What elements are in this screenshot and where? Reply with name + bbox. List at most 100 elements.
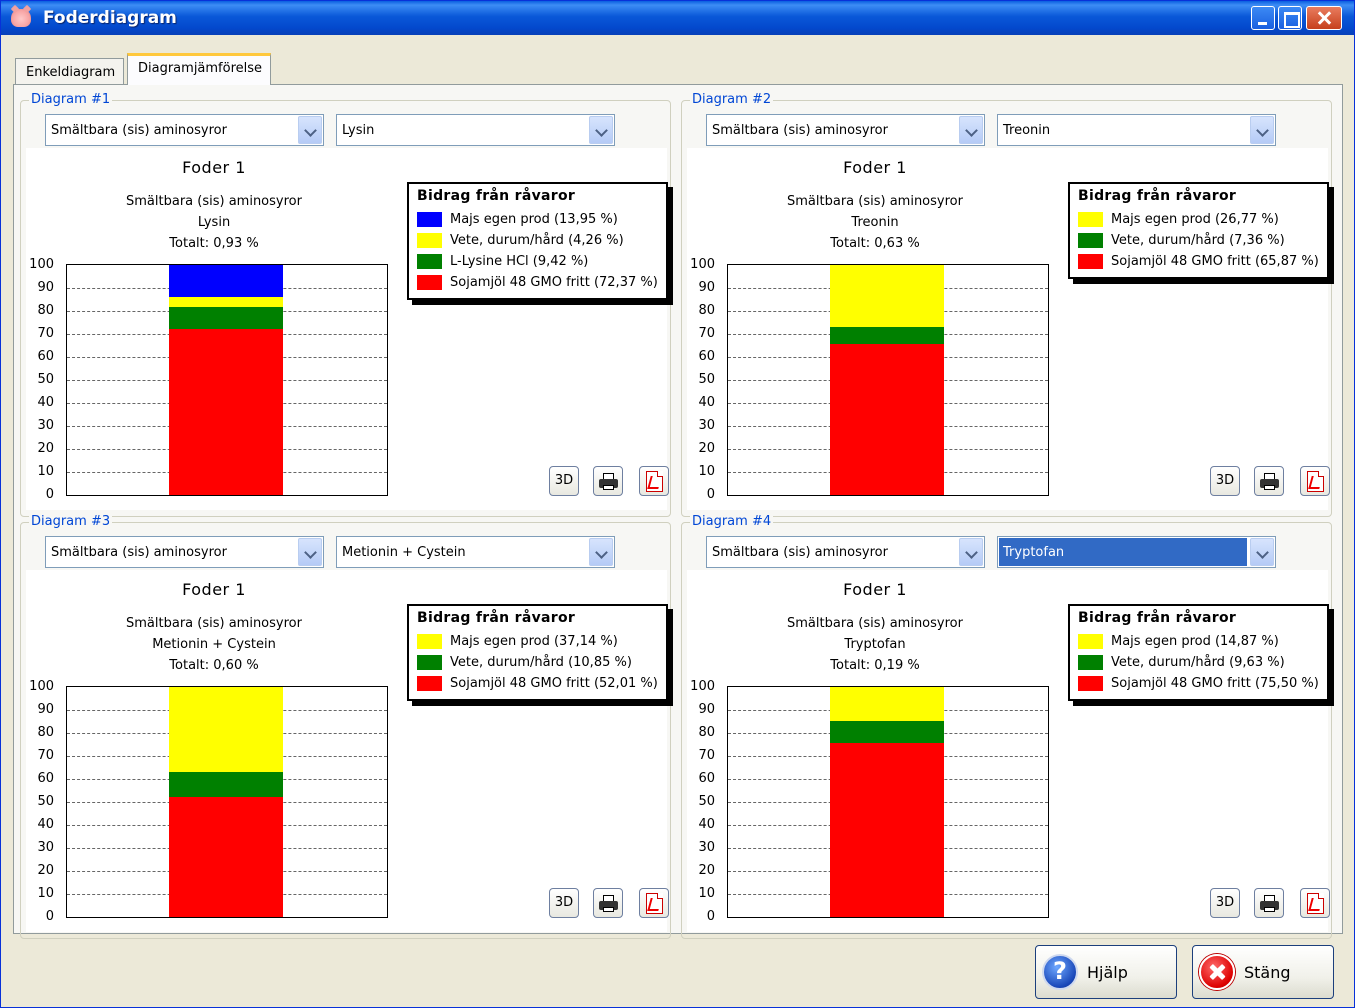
diagram-group-1: Diagram #1 Smältbara (sis) aminosyror Ly… bbox=[20, 92, 671, 517]
y-tick-label: 0 bbox=[706, 909, 715, 924]
chevron-down-icon[interactable] bbox=[959, 116, 983, 144]
help-button[interactable]: ? Hjälp bbox=[1035, 945, 1177, 999]
diagram-group-4: Diagram #4 Smältbara (sis) aminosyror Tr… bbox=[681, 514, 1332, 939]
window-close-button[interactable] bbox=[1306, 6, 1342, 30]
3d-toggle-button[interactable]: 3D bbox=[549, 888, 579, 918]
3d-toggle-button[interactable]: 3D bbox=[1210, 888, 1240, 918]
pdf-export-button[interactable] bbox=[1300, 466, 1330, 496]
y-tick-label: 50 bbox=[698, 794, 715, 809]
legend-label: Sojamjöl 48 GMO fritt (65,87 %) bbox=[1111, 254, 1319, 269]
legend-item: Vete, durum/hård (7,36 %) bbox=[1078, 230, 1319, 251]
printer-icon bbox=[599, 895, 618, 912]
chevron-down-icon[interactable] bbox=[298, 116, 322, 144]
nutrient-combobox[interactable]: Tryptofan bbox=[997, 536, 1276, 568]
y-tick-label: 50 bbox=[698, 372, 715, 387]
chart-area: Foder 1 Smältbara (sis) aminosyror Lysin To… bbox=[26, 148, 669, 510]
legend-swatch bbox=[417, 212, 442, 227]
chevron-down-icon[interactable] bbox=[298, 538, 322, 566]
legend-title: Bidrag från råvaror bbox=[1078, 610, 1237, 626]
legend-item: Sojamjöl 48 GMO fritt (65,87 %) bbox=[1078, 251, 1319, 272]
tab-diagramjamforelse[interactable]: Diagramjämförelse bbox=[127, 53, 272, 85]
print-button[interactable] bbox=[593, 888, 623, 918]
bar-segment bbox=[830, 326, 944, 344]
y-tick-label: 10 bbox=[37, 886, 54, 901]
legend-label: Sojamjöl 48 GMO fritt (75,50 %) bbox=[1111, 676, 1319, 691]
y-tick-label: 0 bbox=[706, 487, 715, 502]
bar-segment bbox=[169, 687, 283, 773]
close-button[interactable]: Stäng bbox=[1192, 945, 1334, 999]
legend-label: Sojamjöl 48 GMO fritt (72,37 %) bbox=[450, 275, 658, 290]
chart-total: Totalt: 0,19 % bbox=[830, 658, 920, 673]
chevron-down-icon[interactable] bbox=[589, 538, 613, 566]
diagram-title: Diagram #2 bbox=[690, 92, 774, 107]
y-tick-label: 100 bbox=[29, 257, 54, 272]
stacked-bar-plot bbox=[66, 686, 388, 918]
3d-toggle-button[interactable]: 3D bbox=[549, 466, 579, 496]
category-combobox[interactable]: Smältbara (sis) aminosyror bbox=[45, 536, 324, 568]
category-combobox[interactable]: Smältbara (sis) aminosyror bbox=[706, 114, 985, 146]
stacked-bar-plot bbox=[66, 264, 388, 496]
legend-title: Bidrag från råvaror bbox=[417, 188, 576, 204]
category-value: Smältbara (sis) aminosyror bbox=[51, 123, 227, 138]
legend-label: Vete, durum/hård (7,36 %) bbox=[1111, 233, 1285, 248]
category-value: Smältbara (sis) aminosyror bbox=[712, 545, 888, 560]
legend: Bidrag från råvaror Majs egen prod (37,1… bbox=[407, 604, 668, 701]
chart-title: Foder 1 bbox=[182, 158, 246, 177]
bar-segment bbox=[169, 328, 283, 495]
y-tick-label: 40 bbox=[698, 395, 715, 410]
chevron-down-icon[interactable] bbox=[589, 116, 613, 144]
y-tick-label: 30 bbox=[37, 418, 54, 433]
y-tick-label: 0 bbox=[45, 487, 54, 502]
legend-item: Vete, durum/hård (10,85 %) bbox=[417, 652, 658, 673]
chart-title: Foder 1 bbox=[182, 580, 246, 599]
nutrient-combobox[interactable]: Lysin bbox=[336, 114, 615, 146]
printer-icon bbox=[1260, 895, 1279, 912]
category-combobox[interactable]: Smältbara (sis) aminosyror bbox=[706, 536, 985, 568]
chart-subtitle-category: Smältbara (sis) aminosyror bbox=[787, 616, 963, 631]
legend-swatch bbox=[1078, 254, 1103, 269]
chart-subtitle-nutrient: Treonin bbox=[851, 215, 899, 230]
category-combobox[interactable]: Smältbara (sis) aminosyror bbox=[45, 114, 324, 146]
chevron-down-icon[interactable] bbox=[1250, 116, 1274, 144]
y-tick-label: 90 bbox=[698, 280, 715, 295]
y-tick-label: 90 bbox=[698, 702, 715, 717]
bar-segment bbox=[169, 772, 283, 798]
nutrient-value: Treonin bbox=[1003, 123, 1051, 138]
y-tick-label: 20 bbox=[37, 863, 54, 878]
chevron-down-icon[interactable] bbox=[1250, 538, 1274, 566]
print-button[interactable] bbox=[593, 466, 623, 496]
stacked-bar-plot bbox=[727, 264, 1049, 496]
bar-segment bbox=[830, 265, 944, 327]
legend-swatch bbox=[417, 634, 442, 649]
y-tick-label: 90 bbox=[37, 280, 54, 295]
y-tick-label: 10 bbox=[37, 464, 54, 479]
legend-swatch bbox=[417, 275, 442, 290]
print-button[interactable] bbox=[1254, 888, 1284, 918]
3d-toggle-button[interactable]: 3D bbox=[1210, 466, 1240, 496]
nutrient-value: Metionin + Cystein bbox=[342, 545, 466, 560]
chart-total: Totalt: 0,63 % bbox=[830, 236, 920, 251]
chevron-down-icon[interactable] bbox=[959, 538, 983, 566]
nutrient-combobox[interactable]: Treonin bbox=[997, 114, 1276, 146]
pdf-export-button[interactable] bbox=[639, 888, 669, 918]
minimize-button[interactable] bbox=[1251, 6, 1275, 30]
legend: Bidrag från råvaror Majs egen prod (26,7… bbox=[1068, 182, 1329, 279]
tab-enkeldiagram[interactable]: Enkeldiagram bbox=[15, 58, 125, 84]
legend-swatch bbox=[417, 655, 442, 670]
pdf-export-button[interactable] bbox=[639, 466, 669, 496]
close-icon bbox=[1199, 954, 1235, 990]
bar-segment bbox=[169, 297, 283, 307]
y-tick-label: 30 bbox=[698, 840, 715, 855]
pdf-export-button[interactable] bbox=[1300, 888, 1330, 918]
nutrient-combobox[interactable]: Metionin + Cystein bbox=[336, 536, 615, 568]
title-bar[interactable]: Foderdiagram bbox=[1, 1, 1354, 35]
chart-subtitle-category: Smältbara (sis) aminosyror bbox=[126, 194, 302, 209]
legend-swatch bbox=[1078, 233, 1103, 248]
legend-label: Majs egen prod (13,95 %) bbox=[450, 212, 618, 227]
y-tick-label: 40 bbox=[37, 817, 54, 832]
maximize-button[interactable] bbox=[1278, 6, 1302, 30]
y-tick-label: 70 bbox=[37, 326, 54, 341]
category-value: Smältbara (sis) aminosyror bbox=[712, 123, 888, 138]
legend-item: Vete, durum/hård (9,63 %) bbox=[1078, 652, 1319, 673]
print-button[interactable] bbox=[1254, 466, 1284, 496]
